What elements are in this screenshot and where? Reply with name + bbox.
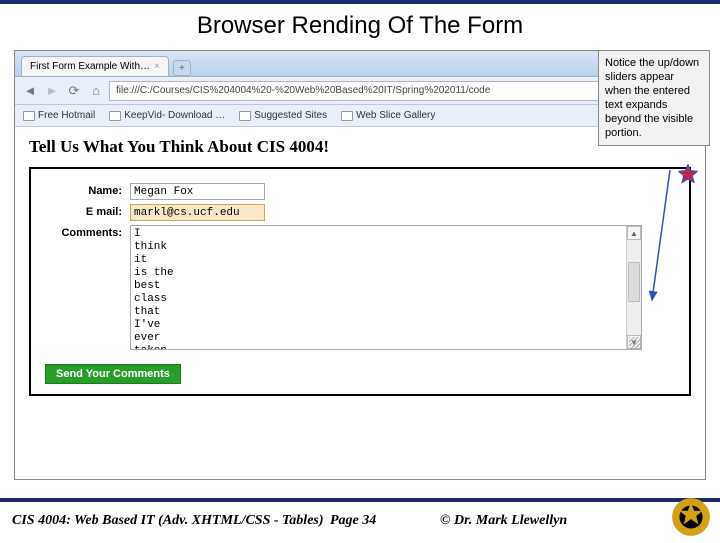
submit-button[interactable]: Send Your Comments [45, 364, 181, 384]
scrollbar-track[interactable]: ▲ ▼ [626, 226, 641, 349]
close-icon[interactable]: × [154, 61, 160, 72]
page-content: Tell Us What You Think About CIS 4004! N… [15, 127, 705, 406]
url-field[interactable]: file:///C:/Courses/CIS%204004%20-%20Web%… [109, 81, 663, 101]
slide-title: Browser Rending Of The Form [0, 4, 720, 46]
email-input[interactable] [130, 204, 265, 221]
forward-icon[interactable]: ► [43, 82, 61, 100]
scroll-thumb[interactable] [628, 262, 640, 302]
back-icon[interactable]: ◄ [21, 82, 39, 100]
reload-icon[interactable]: ⟳ [65, 82, 83, 100]
email-label: E mail: [45, 204, 130, 218]
new-tab-button[interactable]: + [173, 60, 191, 76]
name-label: Name: [45, 183, 130, 197]
browser-tab[interactable]: First Form Example With… × [21, 56, 169, 76]
home-icon[interactable]: ⌂ [87, 82, 105, 100]
page-icon [341, 111, 353, 121]
page-icon [239, 111, 251, 121]
form-frame: Name: E mail: Comments: I think it is th… [29, 167, 691, 396]
footer-copyright: © Dr. Mark Llewellyn [440, 513, 567, 529]
footer-page: Page 34 [330, 513, 376, 529]
slide-footer: CIS 4004: Web Based IT (Adv. XHTML/CSS -… [0, 502, 720, 540]
scroll-up-icon[interactable]: ▲ [627, 226, 641, 240]
comments-label: Comments: [45, 225, 130, 239]
tab-title: First Form Example With… [30, 61, 150, 72]
url-text: file:///C:/Courses/CIS%204004%20-%20Web%… [116, 85, 490, 96]
page-icon [109, 111, 121, 121]
star-marker-icon [678, 164, 698, 184]
bookmark-item[interactable]: Free Hotmail [23, 110, 95, 121]
bookmark-item[interactable]: KeepVid- Download … [109, 110, 225, 121]
name-input[interactable] [130, 183, 265, 200]
bookmark-item[interactable]: Web Slice Gallery [341, 110, 435, 121]
comments-textarea[interactable]: I think it is the best class that I've e… [130, 225, 642, 350]
ucf-logo-icon [670, 496, 712, 538]
resize-grip-icon[interactable] [629, 337, 641, 349]
bookmark-item[interactable]: Suggested Sites [239, 110, 327, 121]
callout-note: Notice the up/down sliders appear when t… [598, 50, 710, 146]
page-heading: Tell Us What You Think About CIS 4004! [29, 137, 691, 157]
page-icon [23, 111, 35, 121]
footer-course: CIS 4004: Web Based IT (Adv. XHTML/CSS -… [0, 513, 324, 529]
